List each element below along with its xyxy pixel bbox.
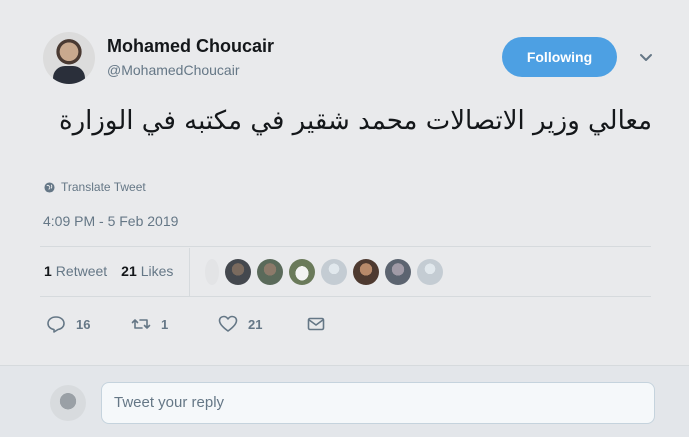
direct-message-button[interactable] [306, 314, 326, 334]
liker-avatar[interactable] [353, 259, 379, 285]
liker-avatar[interactable] [205, 259, 219, 285]
following-button[interactable]: Following [502, 37, 617, 77]
liker-avatar[interactable] [385, 259, 411, 285]
chevron-down-icon[interactable] [637, 48, 655, 66]
retweet-count: 1 [161, 316, 169, 332]
likers-avatars [205, 259, 443, 285]
tweet-text: معالي وزير الاتصالات محمد شقير في مكتبه … [58, 106, 652, 136]
liker-avatar[interactable] [257, 259, 283, 285]
translate-tweet-link[interactable]: Translate Tweet [44, 180, 146, 194]
divider-top [40, 246, 651, 247]
retweet-icon [131, 319, 151, 329]
likes-stat[interactable]: 21 Likes [121, 263, 173, 279]
current-user-avatar[interactable] [50, 385, 86, 421]
liker-avatar[interactable] [417, 259, 443, 285]
reply-icon [47, 316, 65, 333]
liker-avatar[interactable] [321, 259, 347, 285]
tweet-actions: 16 1 21 [46, 314, 326, 334]
likes-stat-count: 21 [121, 263, 137, 279]
retweet-button[interactable]: 1 [131, 314, 218, 334]
author-avatar[interactable] [43, 32, 95, 84]
reply-button[interactable]: 16 [46, 314, 131, 334]
envelope-icon [307, 317, 325, 331]
retweet-stat[interactable]: 1 Retweet [44, 263, 107, 279]
reply-area: Tweet your reply [0, 365, 689, 437]
tweet-card: Mohamed Choucair @MohamedChoucair Follow… [0, 0, 689, 437]
likes-stat-label: Likes [140, 263, 174, 279]
retweet-stat-label: Retweet [55, 263, 108, 279]
like-button[interactable]: 21 [218, 314, 306, 334]
reply-count: 16 [76, 316, 91, 332]
tweet-timestamp[interactable]: 4:09 PM - 5 Feb 2019 [43, 213, 178, 229]
reply-input[interactable]: Tweet your reply [101, 382, 655, 424]
retweet-stat-count: 1 [44, 263, 52, 279]
tweet-stats: 1 Retweet 21 Likes [44, 263, 173, 279]
author-handle[interactable]: @MohamedChoucair [107, 62, 240, 78]
globe-icon [44, 181, 55, 193]
translate-label: Translate Tweet [61, 180, 146, 194]
heart-icon [218, 315, 238, 332]
divider-bottom [40, 296, 651, 297]
stats-separator [189, 248, 190, 296]
like-count: 21 [248, 316, 263, 332]
author-name[interactable]: Mohamed Choucair [107, 36, 274, 57]
liker-avatar[interactable] [289, 259, 315, 285]
liker-avatar[interactable] [225, 259, 251, 285]
